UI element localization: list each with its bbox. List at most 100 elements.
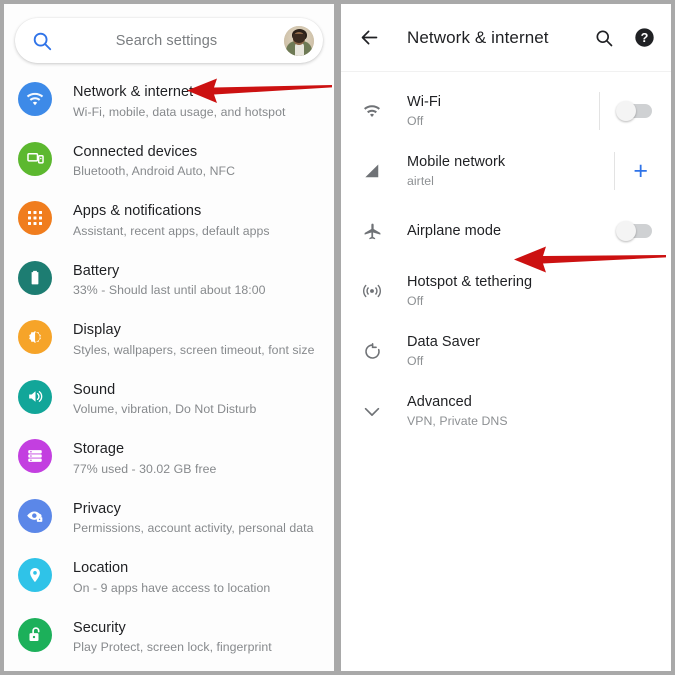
settings-item-battery[interactable]: Battery 33% - Should last until about 18… [4, 250, 334, 310]
network-item-control [589, 212, 656, 250]
settings-item-text: Network & internet Wi-Fi, mobile, data u… [52, 81, 285, 121]
settings-item-title: Sound [73, 381, 116, 398]
data-saver-icon [359, 338, 385, 364]
network-item-text: Data Saver Off [385, 333, 656, 370]
svg-text:?: ? [640, 31, 648, 45]
network-item-subtitle: airtel [407, 173, 434, 188]
network-item-title: Data Saver [407, 333, 481, 350]
settings-item-storage[interactable]: Storage 77% used - 30.02 GB free [4, 428, 334, 488]
settings-item-partial-accounts[interactable] [4, 666, 334, 671]
control-divider [599, 92, 600, 130]
settings-item-subtitle: Bluetooth, Android Auto, NFC [73, 164, 236, 178]
settings-item-title: Apps & notifications [73, 203, 202, 219]
network-item-title: Hotspot & tethering [407, 273, 533, 290]
chevron-down-icon [359, 398, 385, 424]
settings-item-connected-devices[interactable]: Connected devices Bluetooth, Android Aut… [4, 131, 334, 191]
cast-devices-icon [18, 141, 52, 176]
search-icon[interactable] [591, 25, 617, 51]
network-item-subtitle: Off [407, 293, 424, 308]
signal-bars-icon [359, 158, 385, 184]
page-title: Network & internet [407, 27, 549, 47]
settings-item-title: Battery [73, 262, 120, 279]
settings-item-text: Privacy Permissions, account activity, p… [52, 498, 314, 538]
settings-item-title: Security [73, 619, 126, 636]
user-avatar[interactable] [284, 25, 314, 56]
network-internet-panel: Network & internet ? Wi-Fi Off Mobile ne… [341, 4, 671, 671]
settings-item-text: Apps & notifications Assistant, recent a… [52, 200, 270, 240]
unlock-shield-icon [18, 617, 52, 652]
settings-item-security[interactable]: Security Play Protect, screen lock, fing… [4, 607, 334, 667]
settings-item-privacy[interactable]: Privacy Permissions, account activity, p… [4, 488, 334, 548]
settings-item-subtitle: 33% - Should last until about 18:00 [73, 283, 266, 297]
settings-item-subtitle: Assistant, recent apps, default apps [73, 223, 270, 238]
app-bar: Network & internet ? [341, 4, 671, 72]
search-bar[interactable]: Search settings [15, 18, 323, 63]
network-item-hotspot-tethering[interactable]: Hotspot & tethering Off [341, 261, 671, 321]
settings-item-sound[interactable]: Sound Volume, vibration, Do Not Disturb [4, 369, 334, 429]
settings-item-subtitle: Styles, wallpapers, screen timeout, font… [73, 342, 315, 357]
settings-item-title: Network & internet [73, 84, 194, 100]
search-input[interactable]: Search settings [53, 33, 284, 49]
network-item-title: Wi-Fi [407, 93, 442, 110]
settings-item-title: Location [73, 560, 129, 576]
apps-grid-icon [18, 201, 52, 235]
add-network-button[interactable]: + [633, 158, 648, 184]
network-item-subtitle: Off [407, 353, 424, 368]
settings-item-title: Storage [73, 441, 125, 457]
help-icon[interactable]: ? [631, 25, 657, 51]
network-item-text: Hotspot & tethering Off [385, 273, 656, 310]
network-item-mobile-network[interactable]: Mobile network airtel + [341, 141, 671, 201]
network-item-text: Airplane mode [385, 222, 589, 240]
wifi-icon [18, 82, 52, 116]
network-item-text: Mobile network airtel [385, 153, 604, 190]
search-icon[interactable] [31, 30, 53, 52]
network-item-subtitle: Off [407, 113, 424, 128]
battery-icon [18, 260, 52, 295]
airplane-icon [359, 218, 385, 244]
settings-item-text: Location On - 9 apps have access to loca… [52, 557, 270, 597]
settings-item-location[interactable]: Location On - 9 apps have access to loca… [4, 547, 334, 607]
settings-item-title: Connected devices [73, 143, 198, 160]
settings-item-subtitle: On - 9 apps have access to location [73, 580, 271, 595]
settings-item-display[interactable]: Display Styles, wallpapers, screen timeo… [4, 309, 334, 369]
brightness-icon [18, 320, 52, 354]
settings-item-network-internet[interactable]: Network & internet Wi-Fi, mobile, data u… [4, 71, 334, 131]
settings-item-text: Sound Volume, vibration, Do Not Disturb [52, 379, 256, 419]
settings-list: Network & internet Wi-Fi, mobile, data u… [4, 63, 334, 671]
settings-item-text: Security Play Protect, screen lock, fing… [52, 617, 272, 657]
settings-item-subtitle: Volume, vibration, Do Not Disturb [73, 402, 257, 416]
network-item-title: Mobile network [407, 153, 506, 170]
network-item-control [589, 92, 656, 130]
network-item-control: + [604, 152, 656, 190]
control-divider [614, 152, 616, 190]
network-item-title: Airplane mode [407, 223, 502, 239]
network-settings-list: Wi-Fi Off Mobile network airtel + Airpla… [341, 72, 671, 441]
settings-item-subtitle: Permissions, account activity, personal … [73, 521, 314, 535]
back-arrow-icon[interactable] [356, 25, 382, 51]
network-item-title: Advanced [407, 393, 472, 410]
settings-item-text: Battery 33% - Should last until about 18… [52, 260, 265, 300]
screenshot-root: Search settings Network & internet Wi-Fi… [0, 0, 675, 675]
settings-item-subtitle: Wi-Fi, mobile, data usage, and hotspot [73, 104, 286, 119]
settings-item-text: Display Styles, wallpapers, screen timeo… [52, 319, 314, 359]
network-item-airplane-mode[interactable]: Airplane mode [341, 201, 671, 261]
panel-divider [334, 0, 341, 675]
wifi-icon [359, 98, 385, 124]
network-item-advanced[interactable]: Advanced VPN, Private DNS [341, 381, 671, 441]
wifi-toggle[interactable] [616, 101, 652, 121]
privacy-eye-lock-icon [18, 498, 52, 533]
settings-item-subtitle: Play Protect, screen lock, fingerprint [73, 640, 272, 654]
storage-stack-icon [18, 439, 52, 473]
network-item-data-saver[interactable]: Data Saver Off [341, 321, 671, 381]
network-item-text: Wi-Fi Off [385, 93, 589, 130]
settings-item-text: Storage 77% used - 30.02 GB free [52, 438, 216, 478]
volume-icon [18, 379, 52, 414]
settings-home-panel: Search settings Network & internet Wi-Fi… [4, 4, 334, 671]
airplane-mode-toggle[interactable] [616, 221, 652, 241]
location-pin-icon [18, 558, 52, 592]
network-item-subtitle: VPN, Private DNS [407, 413, 508, 428]
settings-item-text: Connected devices Bluetooth, Android Aut… [52, 141, 235, 181]
hotspot-icon [359, 278, 385, 304]
settings-item-apps-notifications[interactable]: Apps & notifications Assistant, recent a… [4, 190, 334, 250]
network-item-wifi[interactable]: Wi-Fi Off [341, 81, 671, 141]
